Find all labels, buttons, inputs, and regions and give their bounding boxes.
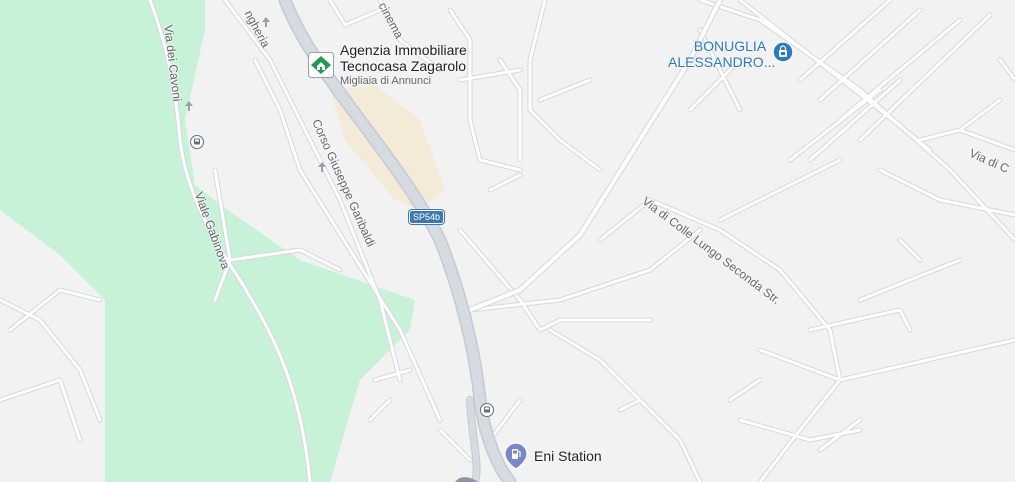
bus-stop-icon[interactable] — [190, 135, 204, 149]
one-way-arrow-icon — [185, 101, 193, 111]
tecnocasa-title-line2[interactable]: Tecnocasa Zagarolo — [340, 58, 466, 74]
eni-station-label[interactable]: Eni Station — [534, 448, 602, 464]
map-canvas[interactable]: ngheria cinema Via dei Cavoni Viale Gabi… — [0, 0, 1015, 482]
road-via-di-colle-lungo — [467, 0, 723, 313]
fuel-pump-icon[interactable] — [504, 442, 528, 470]
map-base-layer — [0, 0, 1015, 482]
route-shield-sp54b: SP54b — [409, 210, 445, 224]
bonuglia-title-line1[interactable]: BONUGLIA — [690, 38, 770, 54]
bus-stop-icon[interactable] — [480, 403, 494, 417]
tecnocasa-title-line1[interactable]: Agenzia Immobiliare — [340, 42, 467, 58]
tecnocasa-logo-icon[interactable] — [308, 52, 334, 78]
tecnocasa-subtitle: Migliaia di Annunci — [340, 75, 432, 87]
bonuglia-title-line2[interactable]: ALESSANDRO... — [668, 54, 775, 70]
one-way-arrow-icon — [262, 17, 270, 27]
shopping-bag-icon[interactable] — [772, 41, 794, 63]
one-way-arrow-icon — [318, 162, 326, 172]
